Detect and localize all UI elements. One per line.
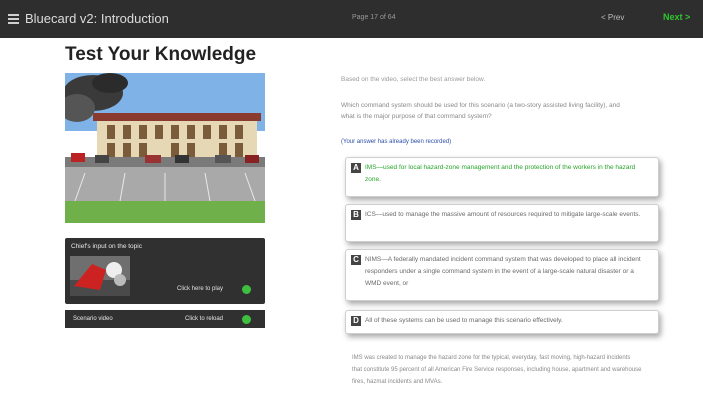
- answer-option-a[interactable]: A IMS—used for local hazard-zone managem…: [345, 157, 659, 197]
- option-text: IMS—used for local hazard-zone managemen…: [365, 164, 636, 183]
- reload-icon[interactable]: [242, 315, 251, 324]
- chief-panel-title: Chief's input on the topic: [71, 243, 142, 250]
- scenario-photo: [65, 73, 265, 223]
- option-letter: C: [351, 255, 361, 265]
- play-icon[interactable]: [242, 285, 251, 294]
- chief-input-panel: Chief's input on the topic Click here to…: [65, 238, 265, 304]
- chevron-right-icon: >: [685, 12, 691, 22]
- option-letter: D: [351, 316, 361, 326]
- top-bar: Bluecard v2: Introduction Page 17 of 64 …: [0, 0, 703, 38]
- answer-option-c[interactable]: C NIMS—A federally mandated incident com…: [345, 249, 659, 301]
- option-letter: B: [351, 210, 361, 220]
- scenario-video-label: Scenario video: [73, 316, 113, 322]
- next-label: Next: [663, 12, 683, 22]
- menu-icon[interactable]: [8, 14, 19, 24]
- answer-status-note: (Your answer has already been recorded): [341, 139, 452, 145]
- chief-video-thumbnail[interactable]: [70, 256, 130, 296]
- prev-button[interactable]: < Prev: [601, 13, 624, 22]
- app-title: Bluecard v2: Introduction: [25, 11, 169, 26]
- answer-option-d[interactable]: D All of these systems can be used to ma…: [345, 310, 659, 334]
- page-indicator: Page 17 of 64: [352, 14, 396, 21]
- instructions: Based on the video, select the best answ…: [341, 76, 486, 83]
- option-letter: A: [351, 163, 361, 173]
- option-text: All of these systems can be used to mana…: [365, 317, 563, 324]
- page-title: Test Your Knowledge: [65, 44, 257, 65]
- reload-link[interactable]: Click to reload: [185, 316, 223, 322]
- option-text: ICS—used to manage the massive amount of…: [365, 211, 641, 218]
- option-text: NIMS—A federally mandated incident comma…: [365, 256, 641, 287]
- question-text: Which command system should be used for …: [341, 102, 620, 120]
- next-button[interactable]: Next >: [663, 12, 690, 22]
- scenario-video-bar: Scenario video Click to reload: [65, 310, 265, 328]
- answer-option-b[interactable]: B ICS—used to manage the massive amount …: [345, 204, 659, 242]
- answer-feedback: IMS was created to manage the hazard zon…: [352, 355, 642, 385]
- play-link[interactable]: Click here to play: [177, 286, 223, 292]
